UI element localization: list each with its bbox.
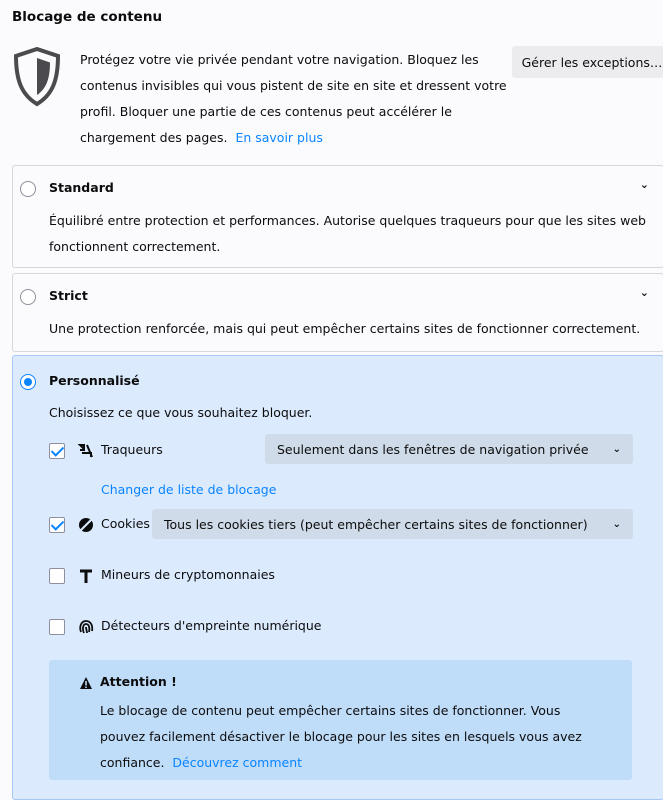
change-blocklist-link[interactable]: Changer de liste de blocage <box>101 482 276 497</box>
manage-exceptions-button[interactable]: Gérer les exceptions… <box>512 46 663 78</box>
shield-icon <box>13 47 61 107</box>
strict-section[interactable]: Strict ⌄ Une protection renforcée, mais … <box>12 273 663 352</box>
strict-chevron-icon[interactable]: ⌄ <box>640 286 649 299</box>
trackers-checkbox[interactable] <box>49 443 65 459</box>
page-title: Blocage de contenu <box>12 9 163 25</box>
warning-text-container: Le blocage de contenu peut empêcher cert… <box>100 698 600 776</box>
cookies-label: Cookies <box>101 516 150 531</box>
trackers-dropdown-value: Seulement dans les fenêtres de navigatio… <box>277 441 589 457</box>
fingerprinters-label: Détecteurs d'empreinte numérique <box>101 618 322 633</box>
learn-how-link[interactable]: Découvrez comment <box>172 755 302 770</box>
warning-title: Attention ! <box>100 674 177 689</box>
intro-text: Protégez votre vie privée pendant votre … <box>80 47 510 151</box>
standard-title: Standard <box>49 180 114 195</box>
custom-description: Choisissez ce que vous souhaitez bloquer… <box>49 405 313 420</box>
warning-box: Attention ! Le blocage de contenu peut e… <box>49 660 632 780</box>
strict-description: Une protection renforcée, mais qui peut … <box>49 321 641 336</box>
chevron-down-icon: ⌄ <box>612 443 621 455</box>
cryptominers-checkbox[interactable] <box>49 568 65 584</box>
fingerprinters-checkbox[interactable] <box>49 619 65 635</box>
fingerprint-icon <box>79 620 94 634</box>
cryptominers-label: Mineurs de cryptomonnaies <box>101 567 275 582</box>
cookies-dropdown-value: Tous les cookies tiers (peut empêcher ce… <box>164 516 588 532</box>
learn-more-link[interactable]: En savoir plus <box>235 130 322 145</box>
custom-section[interactable]: Personnalisé Choisissez ce que vous souh… <box>12 355 663 800</box>
strict-radio[interactable] <box>20 289 36 305</box>
chevron-down-icon: ⌄ <box>612 518 621 530</box>
standard-chevron-icon[interactable]: ⌄ <box>640 178 649 191</box>
tracker-icon <box>77 444 93 458</box>
standard-section[interactable]: Standard ⌄ Équilibré entre protection et… <box>12 165 663 268</box>
strict-title: Strict <box>49 288 88 303</box>
custom-title: Personnalisé <box>49 373 140 388</box>
cookie-icon <box>79 518 93 532</box>
standard-description: Équilibré entre protection et performanc… <box>49 213 646 254</box>
cookies-checkbox[interactable] <box>49 517 65 533</box>
cryptominer-icon <box>80 569 92 583</box>
trackers-dropdown[interactable]: Seulement dans les fenêtres de navigatio… <box>265 434 633 464</box>
standard-radio[interactable] <box>20 181 36 197</box>
custom-radio[interactable] <box>20 374 36 390</box>
cookies-dropdown[interactable]: Tous les cookies tiers (peut empêcher ce… <box>152 509 633 539</box>
trackers-label: Traqueurs <box>101 442 163 457</box>
warning-icon <box>80 677 92 689</box>
